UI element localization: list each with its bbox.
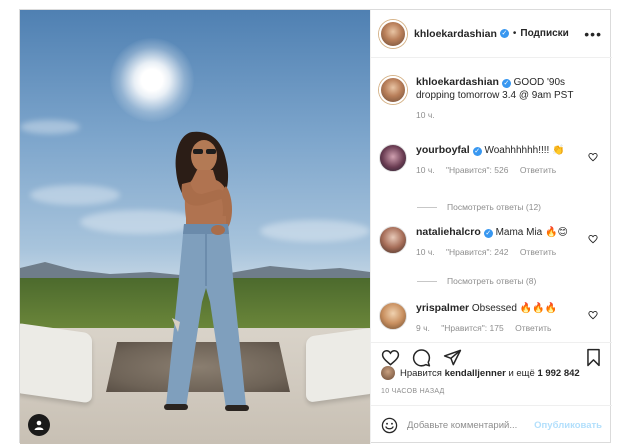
comment-item: yourboyfal ✓ Woahhhhhh!!!! 👏 10 ч. "Нрави… (371, 144, 612, 177)
likes-prefix: Нравится (400, 367, 442, 379)
comment-heart-icon[interactable] (588, 152, 598, 162)
heart-icon (381, 350, 400, 366)
more-icon[interactable]: ••• (584, 26, 602, 42)
comment-body: nataliehalcro ✓ Mama Mia 🔥😊 10 ч. "Нравит… (416, 226, 604, 259)
verified-icon: ✓ (499, 29, 509, 38)
comments-list[interactable]: khloekardashian ✓ GOOD '90s dropping tomo… (371, 58, 612, 342)
tagged-users-icon[interactable] (28, 414, 50, 436)
comment-likes[interactable]: "Нравится": 242 (446, 247, 508, 257)
post-timestamp[interactable]: 10 ЧАСОВ НАЗАД (381, 388, 445, 395)
liker-username[interactable]: kendalljenner (445, 368, 506, 379)
comment-heart-icon[interactable] (588, 310, 598, 320)
likes-summary[interactable]: Нравится kendalljenner и ещё 1 992 842 (381, 366, 580, 380)
cloud (30, 185, 120, 205)
comment-text: Woahhhhhh!!!! 👏 (484, 145, 565, 156)
save-button[interactable] (585, 348, 602, 367)
comment-input[interactable] (407, 419, 535, 431)
comment-text: Mama Mia 🔥😊 (495, 227, 568, 238)
bookmark-icon (587, 348, 600, 367)
comment-username[interactable]: yourboyfal (416, 144, 470, 156)
separator-dot: • (512, 28, 517, 39)
author-username[interactable]: khloekardashian (414, 28, 497, 40)
likes-count[interactable]: 1 992 842 (537, 368, 579, 379)
caption-body: khloekardashian ✓ GOOD '90s dropping tomo… (416, 76, 604, 122)
user-icon (34, 420, 44, 430)
view-replies-button[interactable]: Посмотреть ответы (12) (417, 202, 541, 212)
comment-meta: 10 ч. "Нравится": 526 Ответить (416, 164, 604, 177)
verified-icon: ✓ (501, 79, 511, 88)
commenter-avatar[interactable] (379, 302, 407, 330)
share-icon (443, 349, 462, 366)
comment-time: 10 ч. (416, 247, 435, 257)
post-sidebar: khloekardashian ✓ • Подписки ••• khloeka… (370, 10, 612, 444)
reply-button[interactable]: Ответить (515, 323, 551, 333)
comment-time: 9 ч. (416, 323, 430, 333)
replies-divider (417, 280, 437, 282)
post-photo[interactable] (20, 10, 370, 444)
comment-likes[interactable]: "Нравится": 526 (446, 165, 508, 175)
author-avatar[interactable] (379, 19, 407, 48)
comment-username[interactable]: nataliehalcro (416, 226, 481, 238)
comment-heart-icon[interactable] (588, 234, 598, 244)
view-replies-label: Посмотреть ответы (12) (447, 202, 541, 212)
reply-button[interactable]: Ответить (520, 165, 556, 175)
sun-glare (110, 38, 194, 122)
publish-button[interactable]: Опубликовать (534, 420, 602, 431)
comment-time: 10 ч. (416, 165, 435, 175)
cloud (20, 120, 80, 134)
verified-icon: ✓ (472, 147, 482, 156)
comment-icon (412, 349, 431, 367)
verified-icon: ✓ (483, 229, 493, 238)
reply-button[interactable]: Ответить (520, 247, 556, 257)
commenter-avatar[interactable] (379, 144, 407, 172)
caption: khloekardashian ✓ GOOD '90s dropping tomo… (371, 76, 612, 122)
liker-avatar (381, 366, 395, 380)
view-replies-label: Посмотреть ответы (8) (447, 276, 537, 286)
view-replies-button[interactable]: Посмотреть ответы (8) (417, 276, 536, 286)
add-comment-bar: Опубликовать (371, 405, 612, 444)
comment-text: Obsessed 🔥🔥🔥 (471, 303, 558, 314)
post-header: khloekardashian ✓ • Подписки ••• (371, 10, 612, 58)
replies-divider (417, 206, 437, 208)
caption-username[interactable]: khloekardashian (416, 76, 499, 88)
author-avatar[interactable] (379, 76, 407, 104)
comment-button[interactable] (412, 348, 431, 367)
comment-body: yrispalmer Obsessed 🔥🔥🔥 9 ч. "Нравится":… (416, 302, 604, 335)
comment-item: yrispalmer Obsessed 🔥🔥🔥 9 ч. "Нравится":… (371, 302, 612, 335)
like-button[interactable] (381, 348, 400, 367)
lounger-right (306, 327, 370, 403)
comment-body: yourboyfal ✓ Woahhhhhh!!!! 👏 10 ч. "Нрави… (416, 144, 604, 177)
caption-time: 10 ч. (416, 110, 435, 120)
comment-meta: 10 ч. "Нравится": 242 Ответить (416, 246, 604, 259)
caption-meta: 10 ч. (416, 109, 604, 122)
comment-likes[interactable]: "Нравится": 175 (441, 323, 503, 333)
commenter-avatar[interactable] (379, 226, 407, 254)
lounger-left (20, 322, 92, 404)
comment-item: nataliehalcro ✓ Mama Mia 🔥😊 10 ч. "Нравит… (371, 226, 612, 259)
instagram-post-modal: khloekardashian ✓ • Подписки ••• khloeka… (19, 9, 612, 444)
follow-status-button[interactable]: Подписки (520, 28, 568, 39)
likes-middle: и ещё (508, 367, 535, 379)
comment-meta: 9 ч. "Нравится": 175 Ответить (416, 322, 604, 335)
comment-username[interactable]: yrispalmer (416, 302, 469, 314)
share-button[interactable] (443, 348, 462, 367)
model-figure (164, 131, 249, 411)
smiley-icon[interactable] (381, 417, 398, 434)
